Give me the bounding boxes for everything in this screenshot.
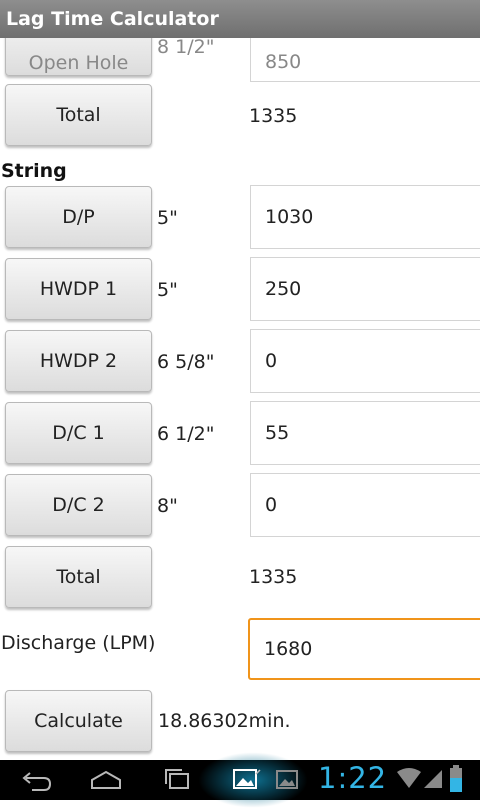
image-icon	[276, 770, 298, 789]
dp-button-label: D/P	[62, 206, 95, 228]
calculate-button-label: Calculate	[34, 710, 123, 732]
hole-total-button[interactable]: Total	[5, 84, 152, 146]
open-hole-length-value: 850	[265, 51, 302, 73]
open-hole-length-input[interactable]: 850	[250, 38, 480, 82]
dc1-length-input[interactable]: 55	[250, 401, 480, 465]
dc2-size: 8"	[157, 495, 178, 517]
hole-total-value: 1335	[249, 105, 298, 127]
open-hole-button-label: Open Hole	[28, 52, 129, 74]
hwdp2-button[interactable]: HWDP 2	[5, 330, 152, 392]
wifi-icon	[397, 768, 421, 788]
dp-button[interactable]: D/P	[5, 186, 152, 248]
string-total-button[interactable]: Total	[5, 546, 152, 608]
hwdp2-length-value: 0	[265, 350, 278, 372]
hwdp1-button-label: HWDP 1	[39, 278, 118, 300]
dc2-button[interactable]: D/C 2	[5, 474, 152, 536]
dc1-length-value: 55	[265, 422, 290, 444]
hwdp1-size: 5"	[157, 279, 178, 301]
hwdp1-button[interactable]: HWDP 1	[5, 258, 152, 320]
recent-apps-icon[interactable]	[160, 766, 194, 794]
string-total-value: 1335	[249, 566, 298, 588]
hwdp2-length-input[interactable]: 0	[250, 329, 480, 393]
discharge-label: Discharge (LPM)	[1, 632, 156, 654]
dc1-size: 6 1/2"	[157, 423, 215, 445]
app-title: Lag Time Calculator	[6, 8, 219, 30]
scroll-content[interactable]: Open Hole 8 1/2" 850 Total 1335 String D…	[0, 38, 480, 760]
app-title-bar: Lag Time Calculator	[0, 0, 480, 38]
system-bar: 1:22	[0, 752, 480, 808]
dc2-length-input[interactable]: 0	[250, 473, 480, 537]
discharge-input[interactable]: 1680	[248, 618, 480, 680]
dc2-button-label: D/C 2	[52, 494, 105, 516]
hwdp2-size: 6 5/8"	[157, 351, 215, 373]
string-section-heading: String	[1, 160, 67, 182]
dp-length-input[interactable]: 1030	[250, 185, 480, 249]
discharge-value: 1680	[264, 638, 313, 660]
battery-icon	[450, 765, 462, 792]
back-icon[interactable]	[20, 766, 54, 794]
calculate-button[interactable]: Calculate	[5, 690, 152, 752]
dc2-length-value: 0	[265, 494, 278, 516]
lag-time-result: 18.86302min.	[158, 710, 291, 732]
open-hole-button[interactable]: Open Hole	[5, 38, 152, 76]
dc1-button[interactable]: D/C 1	[5, 402, 152, 464]
hwdp1-length-input[interactable]: 250	[250, 257, 480, 321]
gallery-icon[interactable]	[232, 766, 262, 794]
string-total-button-label: Total	[56, 566, 101, 588]
signal-icon	[424, 770, 442, 788]
hwdp2-button-label: HWDP 2	[39, 350, 118, 372]
dp-length-value: 1030	[265, 206, 314, 228]
clock: 1:22	[318, 761, 388, 795]
hole-total-button-label: Total	[56, 104, 101, 126]
dc1-button-label: D/C 1	[52, 422, 105, 444]
dp-size: 5"	[157, 207, 178, 229]
home-icon[interactable]	[88, 766, 124, 794]
open-hole-size: 8 1/2"	[157, 38, 215, 58]
hwdp1-length-value: 250	[265, 278, 302, 300]
